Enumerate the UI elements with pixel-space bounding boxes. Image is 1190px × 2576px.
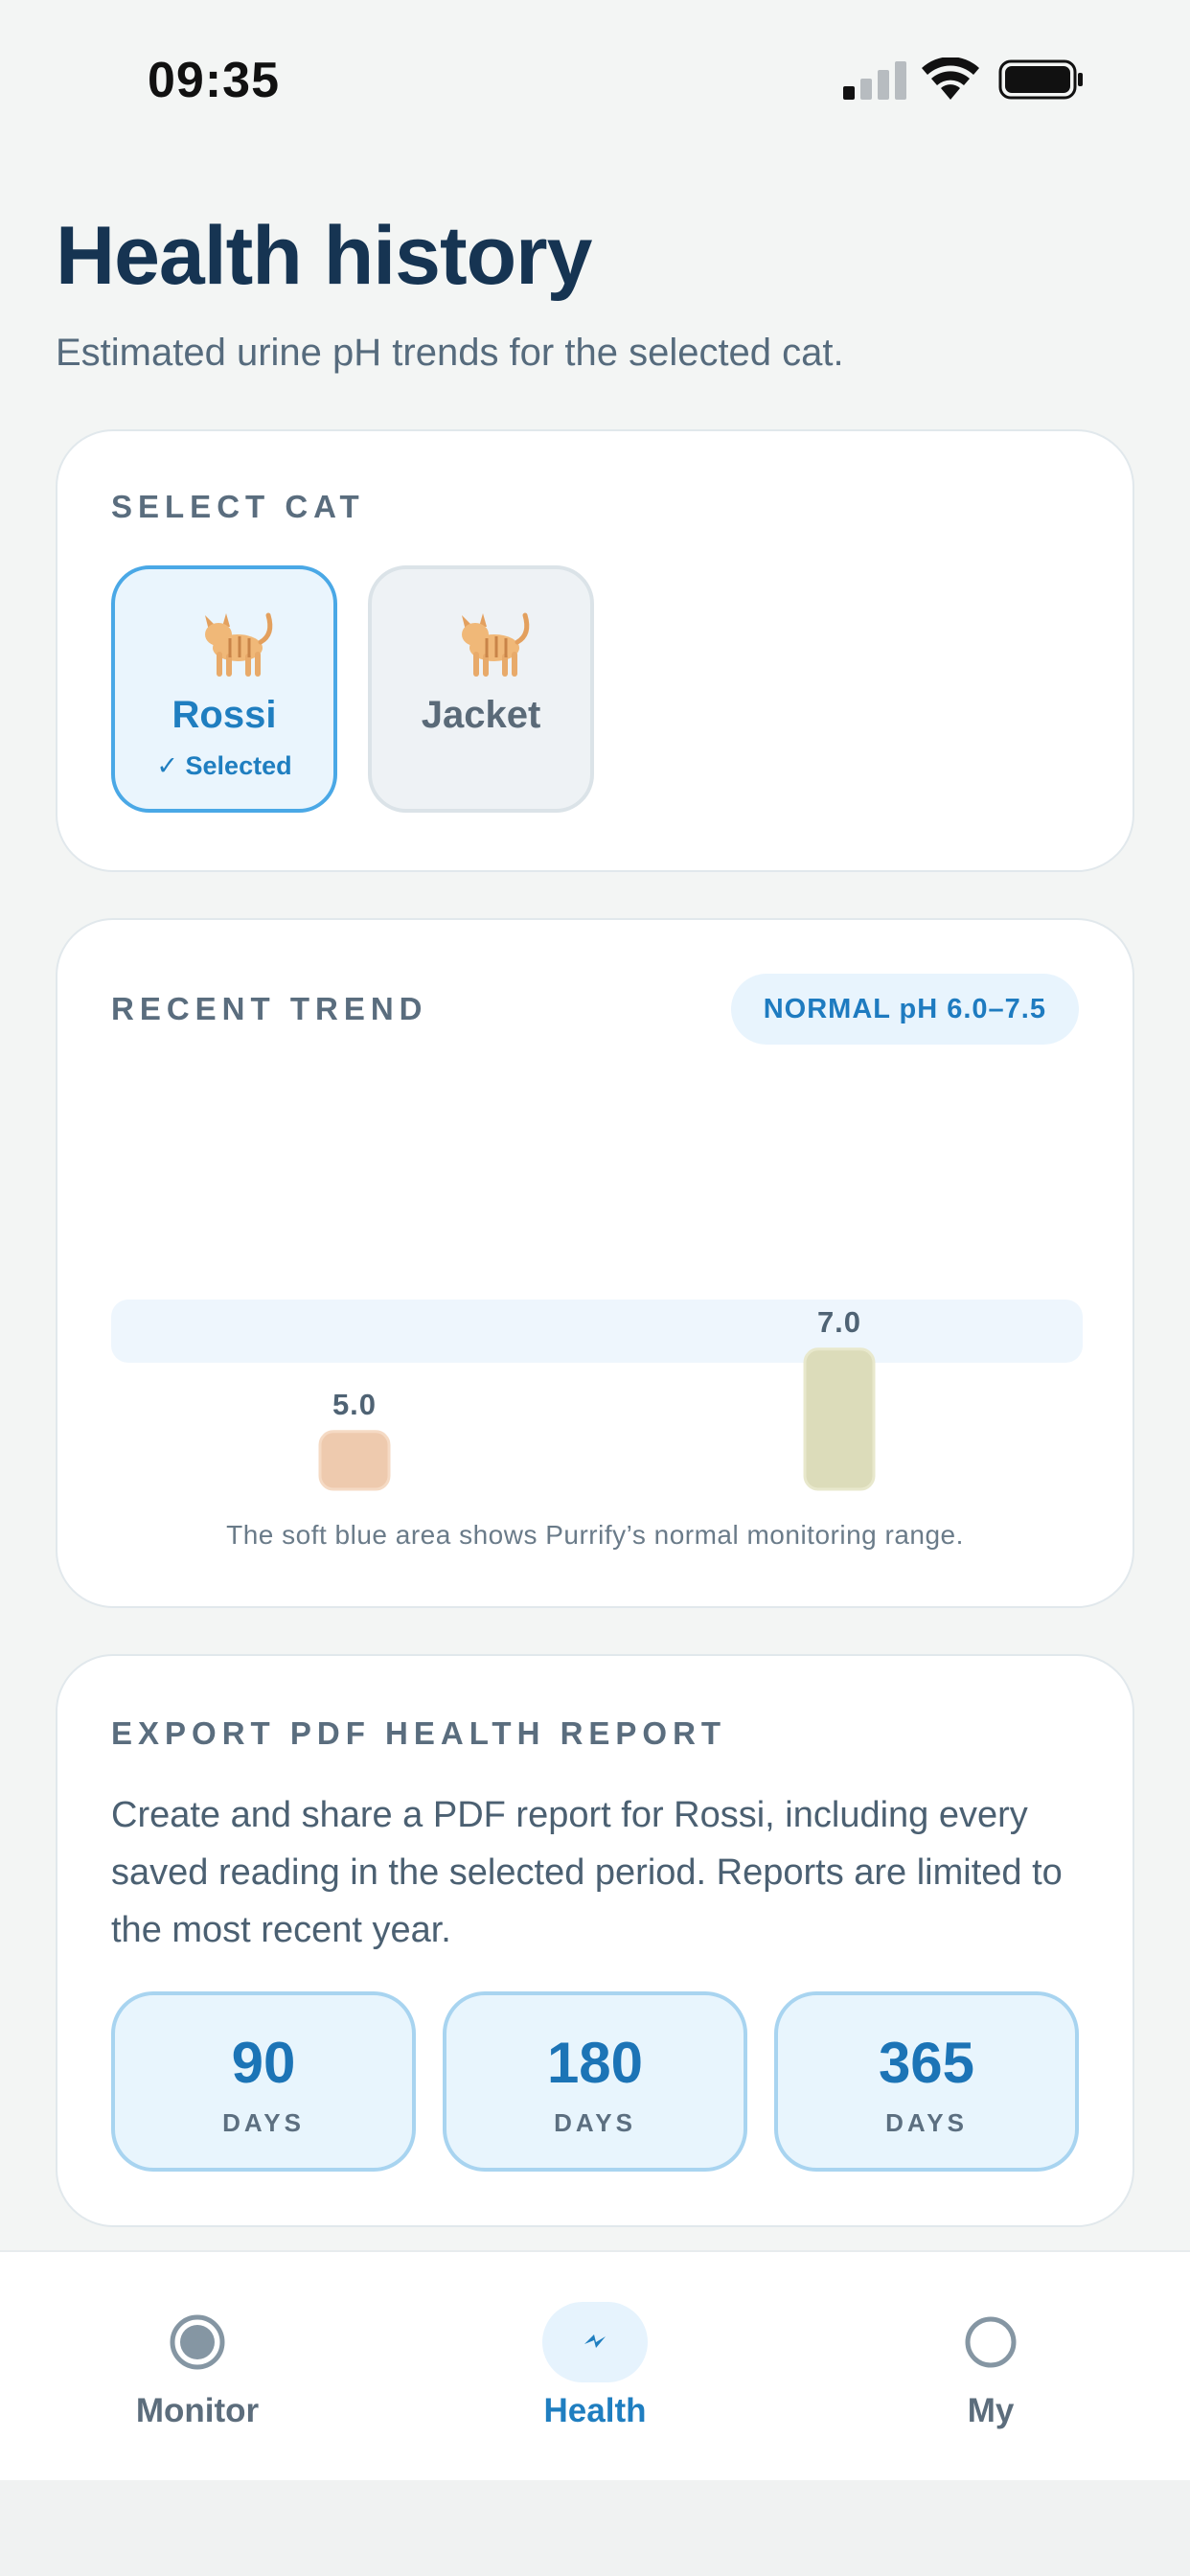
- profile-icon: [965, 2316, 1017, 2368]
- select-cat-card: SELECT CAT Rossi ✓ Selected Jacket: [56, 429, 1134, 872]
- wifi-icon: [922, 58, 979, 100]
- cat-icon: [205, 612, 273, 677]
- tab-label: My: [967, 2392, 1015, 2429]
- battery-icon: [998, 59, 1083, 100]
- status-time: 09:35: [148, 53, 280, 108]
- cat-name: Rossi: [172, 694, 277, 736]
- select-cat-label: SELECT CAT: [111, 489, 365, 524]
- recent-trend-label: RECENT TREND: [111, 991, 428, 1026]
- monitor-icon: [170, 2314, 225, 2370]
- home-indicator-area: [0, 2480, 1190, 2576]
- ph-value-label: 5.0: [332, 1388, 377, 1421]
- page-subtitle: Estimated urine pH trends for the select…: [56, 332, 844, 374]
- export-report-card: EXPORT PDF HEALTH REPORT Create and shar…: [56, 1654, 1134, 2227]
- normal-range-badge: NORMAL pH 6.0–7.5: [730, 974, 1079, 1045]
- normal-range-band: [111, 1300, 1083, 1363]
- period-365-days-button[interactable]: 365 DAYS: [774, 1991, 1079, 2172]
- status-bar: 09:35: [0, 0, 1190, 153]
- period-value: 90: [231, 2031, 296, 2095]
- period-unit: DAYS: [222, 2108, 305, 2137]
- period-unit: DAYS: [885, 2108, 968, 2137]
- export-description: Create and share a PDF report for Rossi,…: [111, 1795, 1063, 1950]
- period-value: 365: [878, 2031, 975, 2095]
- period-90-days-button[interactable]: 90 DAYS: [111, 1991, 416, 2172]
- recent-trend-card: 5.0 7.0 RECENT TREND NORMAL pH 6.0–7.5 Th…: [56, 918, 1134, 1608]
- tab-health[interactable]: Health: [451, 2252, 739, 2482]
- export-label: EXPORT PDF HEALTH REPORT: [111, 1715, 727, 1751]
- period-value: 180: [546, 2031, 644, 2095]
- cat-chip-rossi[interactable]: Rossi ✓ Selected: [111, 565, 337, 813]
- page-title: Health history: [56, 210, 592, 302]
- tab-bar: Monitor Health My: [0, 2250, 1190, 2480]
- tab-monitor[interactable]: Monitor: [54, 2252, 341, 2482]
- cat-name: Jacket: [421, 694, 541, 736]
- tab-label: Monitor: [135, 2392, 260, 2429]
- tab-label: Health: [543, 2392, 647, 2429]
- ph-bar: [803, 1347, 876, 1491]
- chart-caption: The soft blue area shows Purrify’s norma…: [226, 1520, 964, 1550]
- ph-value-label: 7.0: [817, 1305, 861, 1339]
- selected-indicator: ✓ Selected: [156, 751, 292, 780]
- tab-my[interactable]: My: [847, 2252, 1134, 2482]
- ph-bar: [318, 1430, 391, 1491]
- cat-icon: [462, 612, 530, 677]
- cat-chip-jacket[interactable]: Jacket: [368, 565, 594, 813]
- period-180-days-button[interactable]: 180 DAYS: [443, 1991, 747, 2172]
- health-icon: [542, 2302, 648, 2382]
- cellular-signal-icon: [843, 61, 906, 100]
- period-unit: DAYS: [554, 2108, 636, 2137]
